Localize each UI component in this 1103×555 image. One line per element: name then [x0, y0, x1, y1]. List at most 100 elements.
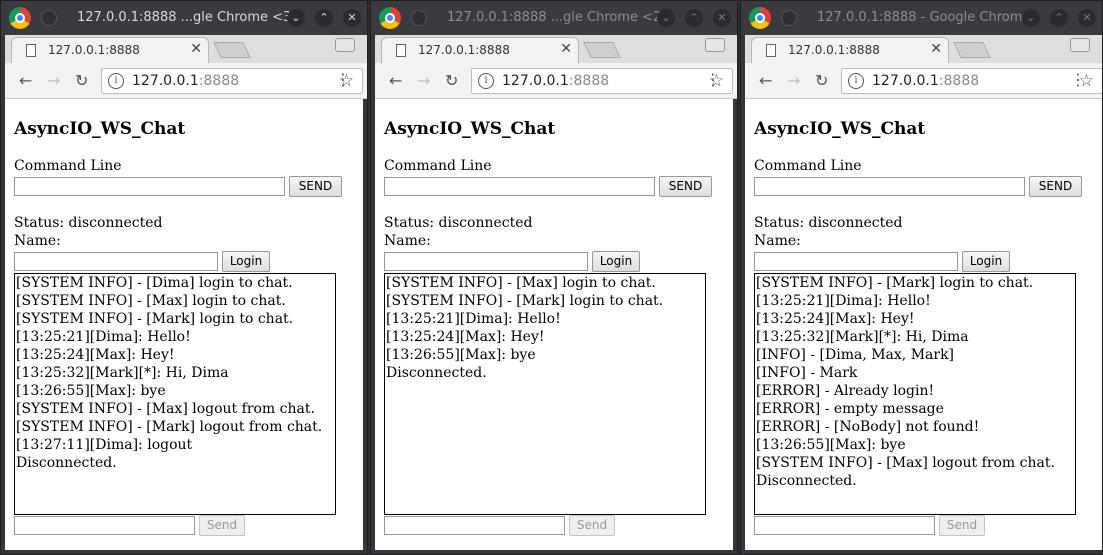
- tab-close-icon[interactable]: ✕: [930, 41, 942, 57]
- site-info-icon[interactable]: i: [108, 73, 124, 89]
- chat-line: Disconnected.: [16, 455, 117, 471]
- tab-title: 127.0.0.1:8888: [788, 43, 880, 57]
- message-input[interactable]: [754, 516, 935, 535]
- maximize-icon[interactable]: ⌃: [685, 9, 703, 27]
- command-line-input[interactable]: [14, 177, 285, 196]
- tab-close-icon[interactable]: ✕: [560, 41, 572, 57]
- new-tab-button[interactable]: [583, 42, 621, 58]
- browser-toolbar: ← → ↻ i 127.0.0.1:8888 ☆ ⋮: [375, 63, 737, 99]
- message-input[interactable]: [384, 516, 565, 535]
- chat-line: [13:25:24][Max]: Hey!: [756, 311, 915, 327]
- chat-line: [13:25:21][Dima]: Hello!: [16, 329, 191, 345]
- address-bar[interactable]: i 127.0.0.1:8888 ☆: [841, 68, 1102, 94]
- command-send-button[interactable]: SEND: [1029, 176, 1082, 197]
- new-tab-button[interactable]: [953, 42, 991, 58]
- browser-tab[interactable]: 127.0.0.1:8888 ✕: [381, 37, 579, 63]
- page-title: AsyncIO_WS_Chat: [14, 119, 186, 139]
- chat-line: [SYSTEM INFO] - [Mark] login to chat.: [386, 293, 664, 309]
- message-send-button: Send: [199, 515, 245, 536]
- window-title: 127.0.0.1:8888 ...gle Chrome <2>: [447, 10, 673, 25]
- address-url: 127.0.0.1:8888: [132, 73, 240, 89]
- back-arrow-icon[interactable]: ←: [19, 71, 32, 90]
- chrome-logo-icon: [379, 7, 401, 29]
- chat-line: [SYSTEM INFO] - [Mark] login to chat.: [756, 275, 1034, 291]
- minimize-icon[interactable]: ⌄: [657, 9, 675, 27]
- tab-strip: 127.0.0.1:8888 ✕: [375, 35, 737, 63]
- browser-toolbar: ← → ↻ i 127.0.0.1:8888 ☆ ⋮: [745, 63, 1102, 99]
- command-send-button[interactable]: SEND: [659, 176, 712, 197]
- name-input[interactable]: [14, 252, 218, 271]
- chat-line: [SYSTEM INFO] - [Max] logout from chat.: [756, 455, 1055, 471]
- name-label: Name:: [14, 233, 61, 249]
- login-button[interactable]: Login: [962, 251, 1010, 272]
- forward-arrow-icon[interactable]: →: [417, 71, 430, 90]
- login-button[interactable]: Login: [592, 251, 640, 272]
- chat-line: [13:25:32][Mark][*]: Hi, Dima: [756, 329, 969, 345]
- window-title: 127.0.0.1:8888 - Google Chrome: [817, 10, 1031, 25]
- name-input[interactable]: [754, 252, 958, 271]
- browser-menu-icon[interactable]: ⋮: [705, 70, 721, 89]
- name-input[interactable]: [384, 252, 588, 271]
- close-window-icon[interactable]: ✕: [713, 9, 731, 27]
- command-line-input[interactable]: [754, 177, 1025, 196]
- reload-icon[interactable]: ↻: [815, 71, 828, 90]
- chat-line: [SYSTEM INFO] - [Max] login to chat.: [386, 275, 656, 291]
- chrome-logo-icon: [9, 7, 31, 29]
- page-content: AsyncIO_WS_Chat Command Line SEND Status…: [5, 99, 363, 550]
- command-send-button[interactable]: SEND: [289, 176, 342, 197]
- status-text: Status: disconnected: [754, 215, 903, 231]
- chat-line: [13:26:55][Max]: bye: [756, 437, 906, 453]
- command-line-input[interactable]: [384, 177, 655, 196]
- page-title: AsyncIO_WS_Chat: [754, 119, 926, 139]
- chat-log[interactable]: [SYSTEM INFO] - [Max] login to chat. [SYS…: [384, 273, 706, 515]
- command-line-label: Command Line: [754, 158, 862, 174]
- profile-icon[interactable]: [705, 38, 725, 52]
- address-url: 127.0.0.1:8888: [872, 73, 980, 89]
- chat-line: [INFO] - Mark: [756, 365, 858, 381]
- name-label: Name:: [384, 233, 431, 249]
- forward-arrow-icon[interactable]: →: [787, 71, 800, 90]
- close-window-icon[interactable]: ✕: [1078, 9, 1096, 27]
- address-bar[interactable]: i 127.0.0.1:8888 ☆: [471, 68, 733, 94]
- chat-line: [SYSTEM INFO] - [Max] logout from chat.: [16, 401, 315, 417]
- reload-icon[interactable]: ↻: [75, 71, 88, 90]
- back-arrow-icon[interactable]: ←: [389, 71, 402, 90]
- site-info-icon[interactable]: i: [478, 73, 494, 89]
- profile-icon[interactable]: [1070, 38, 1090, 52]
- browser-window-1: 127.0.0.1:8888 ...gle Chrome <3> ⌄ ⌃ ✕ 1…: [0, 0, 368, 555]
- browser-window-2: 127.0.0.1:8888 ...gle Chrome <2> ⌄ ⌃ ✕ 1…: [370, 0, 738, 555]
- window-menu-dot-icon[interactable]: [411, 10, 427, 26]
- tab-strip: 127.0.0.1:8888 ✕: [5, 35, 367, 63]
- maximize-icon[interactable]: ⌃: [315, 9, 333, 27]
- window-titlebar[interactable]: 127.0.0.1:8888 ...gle Chrome <2> ⌄ ⌃ ✕: [371, 1, 737, 35]
- tab-close-icon[interactable]: ✕: [190, 41, 202, 57]
- window-menu-dot-icon[interactable]: [41, 10, 57, 26]
- browser-menu-icon[interactable]: ⋮: [1070, 70, 1086, 89]
- browser-tab[interactable]: 127.0.0.1:8888 ✕: [11, 37, 209, 63]
- profile-icon[interactable]: [335, 38, 355, 52]
- chat-line: Disconnected.: [756, 473, 857, 489]
- chat-log[interactable]: [SYSTEM INFO] - [Mark] login to chat. [13…: [754, 273, 1076, 515]
- window-title: 127.0.0.1:8888 ...gle Chrome <3>: [77, 10, 303, 25]
- minimize-icon[interactable]: ⌄: [287, 9, 305, 27]
- forward-arrow-icon[interactable]: →: [47, 71, 60, 90]
- minimize-icon[interactable]: ⌄: [1022, 9, 1040, 27]
- maximize-icon[interactable]: ⌃: [1050, 9, 1068, 27]
- site-info-icon[interactable]: i: [848, 73, 864, 89]
- address-bar[interactable]: i 127.0.0.1:8888 ☆: [101, 68, 363, 94]
- browser-tab[interactable]: 127.0.0.1:8888 ✕: [751, 37, 949, 63]
- window-titlebar[interactable]: 127.0.0.1:8888 ...gle Chrome <3> ⌄ ⌃ ✕: [1, 1, 367, 35]
- new-tab-button[interactable]: [213, 42, 251, 58]
- chat-line: [SYSTEM INFO] - [Mark] login to chat.: [16, 311, 294, 327]
- login-button[interactable]: Login: [222, 251, 270, 272]
- browser-window-3: 127.0.0.1:8888 - Google Chrome ⌄ ⌃ ✕ 127…: [740, 0, 1103, 555]
- window-menu-dot-icon[interactable]: [781, 10, 797, 26]
- window-titlebar[interactable]: 127.0.0.1:8888 - Google Chrome ⌄ ⌃ ✕: [741, 1, 1102, 35]
- back-arrow-icon[interactable]: ←: [759, 71, 772, 90]
- chat-log[interactable]: [SYSTEM INFO] - [Dima] login to chat. [SY…: [14, 273, 336, 515]
- close-window-icon[interactable]: ✕: [343, 9, 361, 27]
- reload-icon[interactable]: ↻: [445, 71, 458, 90]
- browser-menu-icon[interactable]: ⋮: [335, 70, 351, 89]
- page-content: AsyncIO_WS_Chat Command Line SEND Status…: [375, 99, 733, 550]
- message-input[interactable]: [14, 516, 195, 535]
